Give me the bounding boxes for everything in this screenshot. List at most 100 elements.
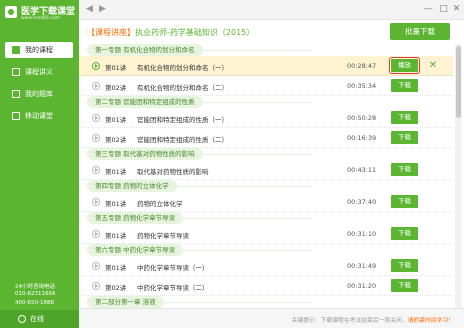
online-icon bbox=[18, 315, 26, 323]
minimize-icon[interactable]: — bbox=[423, 4, 434, 15]
scrollbar-thumb[interactable] bbox=[456, 46, 461, 118]
play-circle-icon[interactable] bbox=[92, 230, 100, 238]
download-button[interactable]: 下载 bbox=[391, 195, 418, 208]
topic-label: 第一专题 有机化合物的划分和命名 bbox=[87, 44, 203, 56]
title-bar: ◀ ▶ — □ ✕ bbox=[79, 0, 464, 20]
nav-label: 移动课堂 bbox=[25, 112, 53, 120]
mobile-icon bbox=[12, 112, 20, 120]
lesson-number: 第01讲 bbox=[105, 116, 127, 124]
lesson-number: 第02讲 bbox=[105, 84, 127, 92]
document-icon bbox=[12, 68, 20, 76]
course-category: 【课程讲座】 bbox=[87, 28, 135, 37]
lesson-name[interactable]: 中药化学章节导读（一） bbox=[137, 262, 209, 272]
nav-item-mobile-class[interactable]: 移动课堂 bbox=[5, 108, 73, 124]
play-circle-icon[interactable] bbox=[92, 82, 100, 90]
download-button[interactable]: 下载 bbox=[391, 111, 418, 124]
close-icon[interactable]: ✕ bbox=[428, 59, 438, 72]
book-icon bbox=[12, 46, 20, 54]
play-circle-icon[interactable] bbox=[92, 62, 100, 70]
play-circle-icon[interactable] bbox=[92, 262, 100, 270]
lesson-row[interactable]: 第02讲 有机化合物的划分和命名（二） 00:35:34 下载 bbox=[79, 76, 453, 96]
topic-header: 第二部分第一章 溶液 bbox=[79, 296, 453, 308]
lesson-number: 第01讲 bbox=[105, 200, 127, 208]
nav-label: 我的题库 bbox=[25, 90, 53, 98]
play-button[interactable]: 播放 bbox=[389, 57, 420, 74]
lesson-name[interactable]: 有机化合物的划分和命名（一） bbox=[137, 62, 228, 72]
hotline-phone-1: 010-82311666 bbox=[15, 291, 56, 297]
lesson-duration: 00:16:39 bbox=[347, 134, 377, 142]
lesson-name[interactable]: 药物化学章节导读 bbox=[137, 230, 189, 240]
download-button[interactable]: 下载 bbox=[391, 79, 418, 92]
lesson-row[interactable]: 第02讲 中药化学章节导读（二） 00:31:20 下载 bbox=[79, 276, 453, 296]
lesson-name[interactable]: 取代基对药物性质的影响 bbox=[137, 166, 209, 176]
topic-label: 第二专题 官能团和特定组成的性质 bbox=[87, 96, 203, 108]
online-status[interactable]: 在线 bbox=[0, 310, 79, 328]
nav-item-course-notes[interactable]: 课程讲义 bbox=[5, 64, 73, 80]
topic-label: 第三专题 取代基对药物性质的影响 bbox=[87, 148, 203, 160]
logo-icon bbox=[5, 6, 17, 18]
download-button[interactable]: 下载 bbox=[391, 259, 418, 272]
download-button[interactable]: 下载 bbox=[391, 279, 418, 292]
maximize-icon[interactable]: □ bbox=[438, 4, 449, 15]
lesson-duration: 00:31:10 bbox=[347, 230, 377, 238]
lesson-duration: 00:35:34 bbox=[347, 82, 377, 90]
nav-item-question-bank[interactable]: 我的题库 bbox=[5, 86, 73, 102]
nav-label: 课程讲义 bbox=[25, 68, 53, 76]
lesson-name[interactable]: 有机化合物的划分和命名（二） bbox=[137, 82, 228, 92]
play-circle-icon[interactable] bbox=[92, 134, 100, 142]
lesson-duration: 00:37:40 bbox=[347, 198, 377, 206]
close-window-icon[interactable]: ✕ bbox=[451, 4, 462, 15]
lesson-row[interactable]: 第01讲 有机化合物的划分和命名（一） 00:28:47 播放 ✕ bbox=[79, 56, 453, 76]
lesson-number: 第02讲 bbox=[105, 136, 127, 144]
download-button[interactable]: 下载 bbox=[391, 163, 418, 176]
lesson-row[interactable]: 第01讲 取代基对药物性质的影响 00:43:11 下载 bbox=[79, 160, 453, 180]
tip-text: 关键提示：下载课程在考试结束后一周关闭， bbox=[291, 318, 408, 324]
download-button[interactable]: 下载 bbox=[391, 227, 418, 240]
play-circle-icon[interactable] bbox=[92, 198, 100, 206]
lesson-name[interactable]: 药物的立体化学 bbox=[137, 198, 183, 208]
topic-header: 第五专题 药物化学章节导读 bbox=[79, 212, 453, 224]
lesson-duration: 00:28:47 bbox=[347, 62, 377, 70]
app-logo: 医学下载课堂 www.med66.com bbox=[3, 3, 77, 25]
play-circle-icon[interactable] bbox=[92, 282, 100, 290]
lesson-row[interactable]: 第02讲 官能团和特定组成的性质（二） 00:16:39 下载 bbox=[79, 128, 453, 148]
nav-item-my-courses[interactable]: 我的课程 bbox=[5, 42, 73, 58]
course-title: 【课程讲座】执业药师-药学基础知识（2015） bbox=[87, 27, 254, 38]
lesson-duration: 00:31:20 bbox=[347, 282, 377, 290]
lesson-number: 第02讲 bbox=[105, 284, 127, 292]
lesson-row[interactable]: 第01讲 药物化学章节导读 00:31:10 下载 bbox=[79, 224, 453, 244]
topic-header: 第六专题 中药化学章节导读 bbox=[79, 244, 453, 256]
footer-bar: 关键提示：下载课程在考试结束后一周关闭，请抓紧时间学习！ bbox=[79, 308, 464, 328]
topic-label: 第四专题 药物的立体化学 bbox=[87, 180, 177, 192]
topic-label: 第六专题 中药化学章节导读 bbox=[87, 244, 184, 256]
lesson-row[interactable]: 第01讲 药物的立体化学 00:37:40 下载 bbox=[79, 192, 453, 212]
topic-label: 第二部分第一章 溶液 bbox=[87, 296, 164, 308]
lesson-number: 第01讲 bbox=[105, 264, 127, 272]
sidebar: 医学下载课堂 www.med66.com 我的课程 课程讲义 我的题库 移动课堂… bbox=[0, 0, 79, 328]
lesson-number: 第01讲 bbox=[105, 64, 127, 72]
topic-header: 第二专题 官能团和特定组成的性质 bbox=[79, 96, 453, 108]
play-circle-icon[interactable] bbox=[92, 166, 100, 174]
topic-header: 第一专题 有机化合物的划分和命名 bbox=[79, 44, 453, 56]
lesson-list: 第一专题 有机化合物的划分和命名 第01讲 有机化合物的划分和命名（一） 00:… bbox=[79, 44, 453, 308]
download-button[interactable]: 下载 bbox=[391, 131, 418, 144]
hotline-phone-2: 400-650-1888 bbox=[15, 300, 54, 306]
lesson-row[interactable]: 第01讲 中药化学章节导读（一） 00:31:49 下载 bbox=[79, 256, 453, 276]
lesson-duration: 00:43:11 bbox=[347, 166, 377, 174]
lesson-duration: 00:50:28 bbox=[347, 114, 377, 122]
lesson-row[interactable]: 第01讲 官能团和特定组成的性质（一） 00:50:28 下载 bbox=[79, 108, 453, 128]
lesson-name[interactable]: 官能团和特定组成的性质（二） bbox=[137, 134, 228, 144]
question-bank-icon bbox=[12, 90, 20, 98]
lesson-name[interactable]: 官能团和特定组成的性质（一） bbox=[137, 114, 228, 124]
batch-download-button[interactable]: 批量下载 bbox=[390, 23, 450, 40]
forward-arrow-icon[interactable]: ▶ bbox=[98, 5, 107, 14]
topic-header: 第四专题 药物的立体化学 bbox=[79, 180, 453, 192]
footer-tip: 关键提示：下载课程在考试结束后一周关闭，请抓紧时间学习！ bbox=[292, 315, 454, 324]
online-label: 在线 bbox=[30, 315, 44, 323]
back-arrow-icon[interactable]: ◀ bbox=[85, 5, 94, 14]
course-header: 【课程讲座】执业药师-药学基础知识（2015） 批量下载 bbox=[79, 20, 464, 44]
play-circle-icon[interactable] bbox=[92, 114, 100, 122]
hotline-label: 24小时咨询电话 bbox=[15, 284, 55, 290]
nav-label: 我的课程 bbox=[25, 46, 53, 54]
lesson-name[interactable]: 中药化学章节导读（二） bbox=[137, 282, 209, 292]
